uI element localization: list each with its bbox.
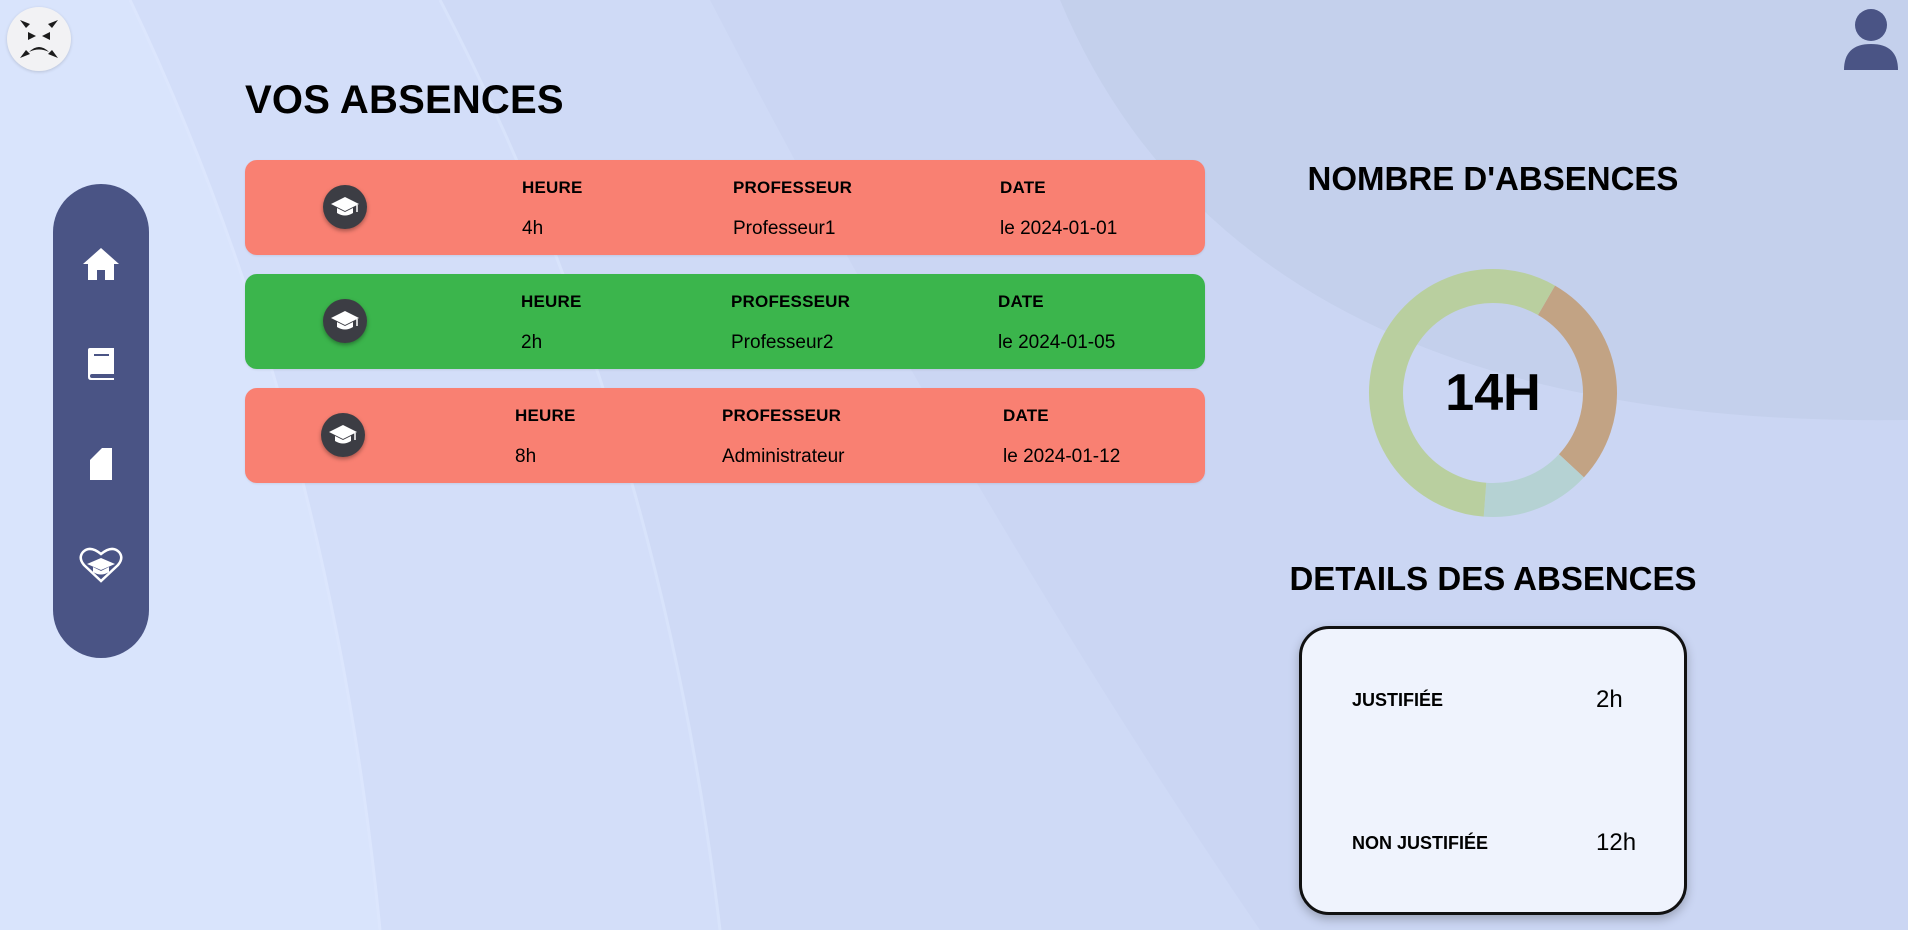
hours-label: HEURE	[515, 406, 576, 425]
date-value: le 2024-01-12	[1003, 446, 1121, 467]
teacher-column: PROFESSEUR Professeur1	[733, 178, 852, 240]
teacher-value: Professeur2	[731, 332, 834, 353]
absence-card[interactable]: HEURE 8h PROFESSEUR Administrateur DATE …	[245, 388, 1205, 483]
date-label: DATE	[998, 292, 1044, 311]
sidebar-item-absences[interactable]	[77, 540, 125, 588]
unjustified-value: 12h	[1596, 829, 1637, 856]
page-title: VOS ABSENCES	[245, 78, 564, 122]
hours-column: HEURE 8h	[515, 406, 576, 468]
date-label: DATE	[1000, 178, 1046, 197]
user-avatar-icon	[1844, 9, 1898, 70]
date-label: DATE	[1003, 406, 1049, 425]
hours-label: HEURE	[522, 178, 583, 197]
absence-details-card: JUSTIFIÉE 2h NON JUSTIFIÉE 12h	[1299, 626, 1687, 915]
justified-row: JUSTIFIÉE 2h	[1352, 686, 1652, 714]
user-avatar-button[interactable]	[1842, 8, 1900, 70]
absence-graduation-cap-icon	[321, 413, 365, 457]
teacher-label: PROFESSEUR	[722, 406, 842, 425]
absence-count-title: NOMBRE D'ABSENCES	[1307, 160, 1679, 197]
hours-column: HEURE 4h	[522, 178, 583, 240]
hours-label: HEURE	[521, 292, 582, 311]
app-logo[interactable]	[7, 7, 71, 71]
unjustified-row: NON JUSTIFIÉE 12h	[1352, 829, 1652, 857]
graduation-heart-icon	[79, 547, 123, 583]
hours-value: 8h	[515, 446, 537, 467]
sidebar-nav	[53, 184, 149, 658]
hours-value: 2h	[521, 332, 543, 353]
absence-details-title: DETAILS DES ABSENCES	[1289, 560, 1697, 597]
justified-value: 2h	[1596, 686, 1623, 713]
document-icon	[90, 448, 112, 480]
teacher-column: PROFESSEUR Professeur2	[731, 292, 850, 354]
sidebar-item-courses[interactable]	[77, 340, 125, 388]
date-column: DATE le 2024-01-01	[1000, 178, 1117, 240]
teacher-value: Professeur1	[733, 218, 836, 239]
absence-graduation-cap-icon	[323, 185, 367, 229]
teacher-label: PROFESSEUR	[731, 292, 851, 311]
absence-donut-chart: 14H	[1368, 268, 1618, 518]
date-value: le 2024-01-01	[1000, 218, 1118, 239]
absence-card[interactable]: HEURE 4h PROFESSEUR Professeur1 DATE le …	[245, 160, 1205, 255]
sidebar-item-home[interactable]	[77, 240, 125, 288]
absence-list: HEURE 4h PROFESSEUR Professeur1 DATE le …	[245, 160, 1205, 502]
book-icon	[88, 348, 114, 380]
date-column: DATE le 2024-01-05	[998, 292, 1115, 354]
teacher-value: Administrateur	[722, 446, 845, 467]
justified-label: JUSTIFIÉE	[1352, 689, 1444, 710]
date-column: DATE le 2024-01-12	[1003, 406, 1120, 468]
teacher-label: PROFESSEUR	[733, 178, 853, 197]
absence-graduation-cap-icon	[323, 299, 367, 343]
sidebar-item-documents[interactable]	[77, 440, 125, 488]
unjustified-label: NON JUSTIFIÉE	[1352, 832, 1489, 853]
frustrated-face-icon	[20, 20, 58, 58]
hours-value: 4h	[522, 218, 544, 239]
absence-card[interactable]: HEURE 2h PROFESSEUR Professeur2 DATE le …	[245, 274, 1205, 369]
home-icon	[83, 248, 119, 280]
date-value: le 2024-01-05	[998, 332, 1116, 353]
hours-column: HEURE 2h	[521, 292, 582, 354]
teacher-column: PROFESSEUR Administrateur	[722, 406, 845, 468]
total-hours: 14H	[1445, 364, 1541, 422]
